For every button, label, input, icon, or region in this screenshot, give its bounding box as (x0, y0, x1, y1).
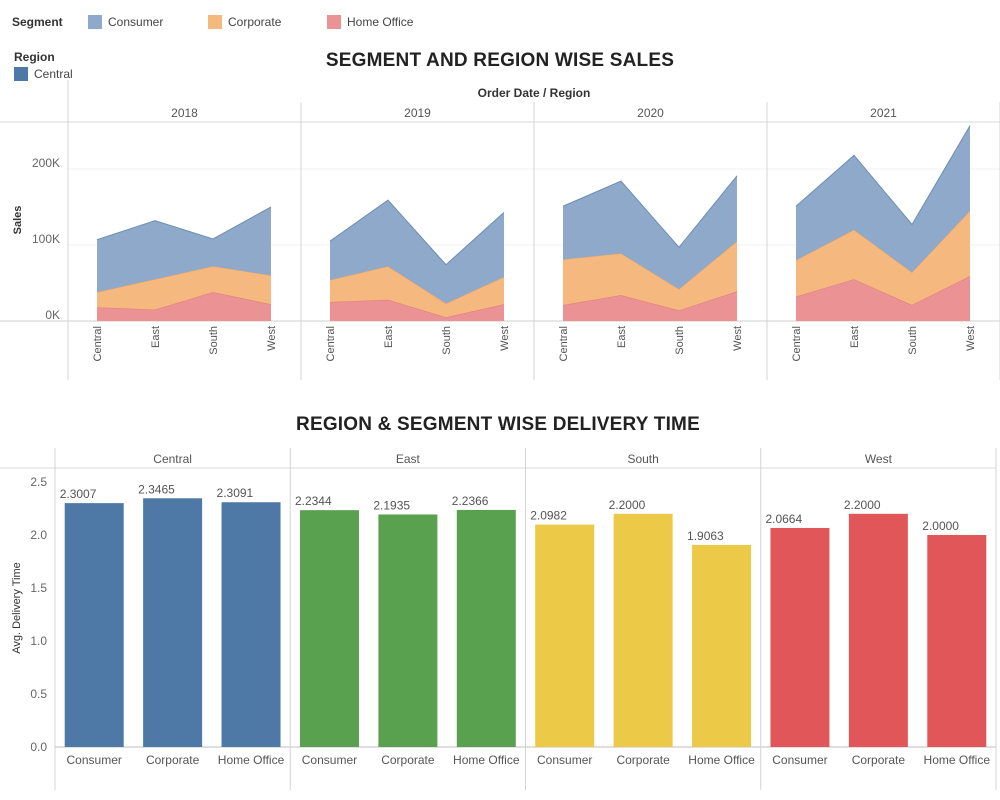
bar-label-south-corporate: 2.2000 (609, 498, 646, 512)
segment-tick-east-corporate: Corporate (381, 753, 435, 767)
charts-canvas: Order Date / Region Sales 0K 100K 200K 2018 Ce… (0, 80, 1000, 790)
bar-label-east-corporate: 2.1935 (373, 498, 410, 512)
bar-label-west-corporate: 2.2000 (844, 498, 881, 512)
bar-label-south-consumer: 2.0982 (530, 509, 567, 523)
segment-tick-south-corporate: Corporate (616, 753, 670, 767)
bar-south-consumer[interactable] (535, 524, 595, 747)
bar-label-central-consumer: 2.3007 (60, 487, 97, 501)
delivery-y-tick-label: 1.0 (30, 634, 47, 648)
bar-south-corporate[interactable] (613, 513, 673, 747)
year-header-2020: 2020 (637, 106, 664, 120)
region-header-central: Central (153, 452, 192, 466)
region-tick-west-2021: West (965, 326, 977, 351)
region-tick-central-2019: Central (325, 326, 337, 361)
segment-tick-central-corporate: Corporate (146, 753, 200, 767)
region-tick-east-2021: East (849, 326, 861, 348)
segment-tick-south-home-office: Home Office (688, 753, 755, 767)
delivery-y-tick-label: 2.0 (30, 528, 47, 542)
region-tick-west-2019: West (499, 326, 511, 351)
segment-tick-east-consumer: Consumer (302, 753, 357, 767)
sales-y-tick-label: 0K (45, 308, 60, 322)
region-tick-south-2018: South (208, 326, 220, 355)
delivery-y-tick-label: 2.5 (30, 475, 47, 489)
region-tick-central-2018: Central (92, 326, 104, 361)
sales-y-tick-label: 200K (32, 156, 60, 170)
region-tick-east-2020: East (616, 326, 628, 348)
bar-west-corporate[interactable] (848, 513, 908, 747)
region-tick-south-2020: South (674, 326, 686, 355)
bar-label-central-home-office: 2.3091 (217, 486, 254, 500)
bar-label-west-home-office: 2.0000 (922, 519, 959, 533)
region-tick-south-2019: South (441, 326, 453, 355)
delivery-y-axis-label: Avg. Delivery Time (11, 562, 23, 654)
region-header-east: East (396, 452, 421, 466)
region-tick-west-2020: West (732, 326, 744, 351)
bar-west-home-office[interactable] (927, 535, 987, 747)
bar-central-consumer[interactable] (64, 503, 124, 747)
bar-label-east-consumer: 2.2344 (295, 494, 332, 508)
segment-tick-central-consumer: Consumer (67, 753, 122, 767)
bar-east-consumer[interactable] (299, 510, 359, 747)
region-tick-east-2018: East (150, 326, 162, 348)
bar-central-corporate[interactable] (143, 498, 203, 747)
year-header-2019: 2019 (404, 106, 431, 120)
delivery-y-tick-label: 1.5 (30, 581, 47, 595)
region-tick-central-2020: Central (558, 326, 570, 361)
delivery-y-tick-label: 0.5 (30, 687, 47, 701)
region-tick-central-2021: Central (791, 326, 803, 361)
segment-tick-west-home-office: Home Office (924, 753, 991, 767)
region-header-west: West (865, 452, 893, 466)
segment-tick-central-home-office: Home Office (218, 753, 285, 767)
delivery-bar-chart: Avg. Delivery Time 0.0 0.5 1.0 1.5 2.0 2.5 Cent… (0, 448, 997, 790)
region-tick-east-2019: East (383, 326, 395, 348)
bar-south-home-office[interactable] (692, 544, 752, 747)
region-tick-west-2018: West (266, 326, 278, 351)
bar-label-south-home-office: 1.9063 (687, 529, 724, 543)
sales-area-chart: Order Date / Region Sales 0K 100K 200K 2018 Ce… (0, 80, 1000, 380)
bar-east-corporate[interactable] (378, 514, 438, 747)
year-header-2021: 2021 (870, 106, 897, 120)
sales-y-axis-label: Sales (12, 206, 24, 235)
bar-label-west-consumer: 2.0664 (765, 512, 802, 526)
segment-tick-south-consumer: Consumer (537, 753, 592, 767)
bar-label-east-home-office: 2.2366 (452, 494, 489, 508)
segment-tick-east-home-office: Home Office (453, 753, 520, 767)
segment-tick-west-consumer: Consumer (772, 753, 827, 767)
bar-east-home-office[interactable] (456, 509, 516, 747)
year-header-2018: 2018 (171, 106, 198, 120)
delivery-y-tick-label: 0.0 (30, 740, 47, 754)
sales-y-tick-label: 100K (32, 232, 60, 246)
bar-west-consumer[interactable] (770, 527, 830, 747)
sales-header-label: Order Date / Region (478, 86, 591, 100)
bar-label-central-corporate: 2.3465 (138, 482, 175, 496)
bar-central-home-office[interactable] (221, 502, 281, 747)
region-tick-south-2021: South (907, 326, 919, 355)
region-header-south: South (627, 452, 658, 466)
segment-tick-west-corporate: Corporate (852, 753, 906, 767)
